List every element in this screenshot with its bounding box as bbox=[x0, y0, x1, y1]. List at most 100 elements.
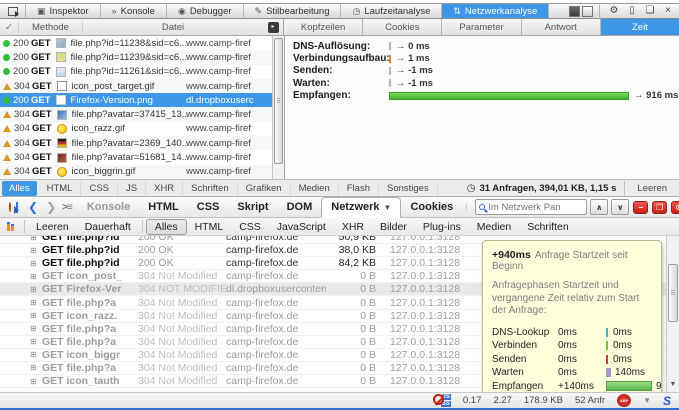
filter-alles[interactable]: Alles bbox=[2, 181, 37, 196]
firebug-tab-html[interactable]: HTML bbox=[139, 198, 188, 217]
filter-html[interactable]: HTML bbox=[39, 181, 82, 196]
expand-icon[interactable]: ⊞ bbox=[30, 236, 42, 242]
tab-debugger[interactable]: ◉Debugger bbox=[167, 4, 244, 18]
scrollbar-thumb[interactable] bbox=[274, 38, 283, 164]
close-firebug-icon[interactable]: ⊙ bbox=[671, 201, 679, 214]
net-filter-schriften[interactable]: Schriften bbox=[519, 220, 576, 234]
expand-icon[interactable]: ⊞ bbox=[30, 298, 42, 307]
expand-icon[interactable]: ⊞ bbox=[30, 259, 42, 268]
extra-tool-icon[interactable] bbox=[569, 6, 580, 17]
filter-schriften[interactable]: Schriften bbox=[183, 181, 238, 196]
detail-tab-parameter[interactable]: Parameter bbox=[442, 19, 521, 35]
filter-js[interactable]: JS bbox=[118, 181, 146, 196]
expand-icon[interactable]: ⊞ bbox=[30, 272, 42, 281]
dock-sidebar-icon[interactable]: ▯ bbox=[624, 4, 640, 18]
element-picker-button[interactable] bbox=[0, 4, 26, 18]
inspect-element-icon[interactable] bbox=[16, 202, 18, 213]
request-row[interactable]: 304GETicon_razz.gifwww.camp-firef bbox=[0, 122, 272, 136]
request-row-selected[interactable]: 200GETFirefox-Version.pngdl.dropboxuserc bbox=[0, 93, 272, 107]
request-list-scrollbar[interactable] bbox=[272, 36, 284, 179]
firebug-tab-dom[interactable]: DOM bbox=[278, 198, 322, 217]
request-file: file.php?id=11238&sid=c6... bbox=[71, 38, 186, 49]
expand-icon[interactable]: ⊞ bbox=[30, 324, 42, 333]
firebug-tab-netzwerk[interactable]: Netzwerk▼ bbox=[321, 197, 401, 218]
js-blocked-icon[interactable]: JSSS bbox=[433, 394, 451, 407]
clear-requests-button[interactable]: Leeren bbox=[624, 181, 679, 196]
minimize-firebug-icon[interactable]: − bbox=[633, 201, 648, 214]
popout-window-icon[interactable]: ❏ bbox=[642, 4, 658, 18]
expand-icon[interactable]: ⊞ bbox=[30, 377, 42, 386]
net-filter-bilder[interactable]: Bilder bbox=[372, 220, 415, 234]
tab-inspektor[interactable]: ▣Inspektor bbox=[26, 4, 101, 18]
tab-stilbearbeitung[interactable]: ✎Stilbearbeitung bbox=[244, 4, 342, 18]
scrollbar-down-icon[interactable]: ▼ bbox=[667, 379, 679, 391]
tab-netzwerkanalyse[interactable]: ⇅Netzwerkanalyse bbox=[442, 4, 549, 18]
request-row[interactable]: 304GETicon_post_target.gifwww.camp-firef bbox=[0, 79, 272, 93]
expand-icon[interactable]: ⊞ bbox=[30, 246, 42, 255]
method-column-header[interactable]: Methode bbox=[18, 22, 82, 33]
firebug-tab-cookies[interactable]: Cookies bbox=[401, 198, 462, 217]
file-column-header[interactable]: Datei bbox=[82, 22, 263, 33]
detail-tab-antwort[interactable]: Antwort bbox=[522, 19, 601, 35]
detach-firebug-icon[interactable]: ❒ bbox=[652, 201, 667, 214]
filter-css[interactable]: CSS bbox=[81, 181, 118, 196]
request-row[interactable]: 304GETfile.php?avatar=51681_14...www.cam… bbox=[0, 150, 272, 164]
timeline-bars-icon[interactable] bbox=[7, 222, 14, 231]
net-filter-javascript[interactable]: JavaScript bbox=[269, 220, 334, 234]
scratchpad-icon[interactable] bbox=[582, 6, 593, 17]
filter-xhr[interactable]: XHR bbox=[146, 181, 183, 196]
forward-icon[interactable]: ❯ bbox=[42, 200, 60, 214]
net-filter-alles[interactable]: Alles bbox=[146, 219, 187, 235]
net-filter-plugins[interactable]: Plug-ins bbox=[415, 220, 469, 234]
request-row[interactable]: 200GETfile.php?id=11239&sid=c6...www.cam… bbox=[0, 50, 272, 64]
search-input[interactable] bbox=[488, 202, 578, 213]
request-row[interactable]: 304GETfile.php?avatar=2369_140...www.cam… bbox=[0, 136, 272, 150]
filter-medien[interactable]: Medien bbox=[291, 181, 339, 196]
tab-laufzeitanalyse[interactable]: ◷Laufzeitanalyse bbox=[341, 4, 442, 18]
firebug-tab-skript[interactable]: Skript bbox=[228, 198, 277, 217]
detail-tab-cookies[interactable]: Cookies bbox=[363, 19, 442, 35]
settings-gear-icon[interactable]: ⚙ bbox=[606, 4, 622, 18]
expand-icon[interactable]: ⊞ bbox=[30, 285, 42, 294]
net-filter-css[interactable]: CSS bbox=[231, 220, 269, 234]
command-line-icon[interactable]: >≡ bbox=[60, 202, 78, 213]
request-row[interactable]: 304GETicon_biggrin.gifwww.camp-firef bbox=[0, 165, 272, 179]
filter-flash[interactable]: Flash bbox=[339, 181, 379, 196]
find-previous-button[interactable]: ∧ bbox=[590, 199, 608, 215]
firebug-icon[interactable] bbox=[9, 202, 11, 212]
expand-icon[interactable]: ⊞ bbox=[30, 337, 42, 346]
adblock-icon[interactable]: ABP bbox=[617, 394, 631, 407]
detail-tab-zeit[interactable]: Zeit bbox=[601, 19, 679, 35]
detail-tab-kopfzeilen[interactable]: Kopfzeilen bbox=[284, 19, 363, 35]
net-filter-medien[interactable]: Medien bbox=[469, 220, 519, 234]
expand-icon[interactable]: ⊞ bbox=[30, 363, 42, 372]
toggle-details-button[interactable]: ▸ bbox=[263, 22, 283, 33]
net-filter-html[interactable]: HTML bbox=[187, 220, 232, 234]
firebug-tab-css[interactable]: CSS bbox=[188, 198, 229, 217]
firebug-scrollbar[interactable]: ▼ bbox=[666, 236, 679, 392]
search-box[interactable] bbox=[475, 199, 587, 215]
chevron-down-icon[interactable]: ▼ bbox=[643, 396, 651, 405]
net-filter-xhr[interactable]: XHR bbox=[334, 220, 372, 234]
request-row[interactable]: 304GETfile.php?avatar=37415_13...www.cam… bbox=[0, 107, 272, 121]
request-row[interactable]: 200GETfile.php?id=11261&sid=c6...www.cam… bbox=[0, 65, 272, 79]
status-column-header[interactable]: ✓ bbox=[0, 22, 18, 33]
close-devtools-icon[interactable]: × bbox=[660, 4, 676, 18]
scrollbar-thumb[interactable] bbox=[668, 264, 678, 322]
stylish-icon[interactable]: S bbox=[663, 394, 671, 408]
request-row[interactable]: 200GETfile.php?id=11238&sid=c6...www.cam… bbox=[0, 36, 272, 50]
find-next-button[interactable]: ∨ bbox=[611, 199, 629, 215]
filter-grafiken[interactable]: Grafiken bbox=[238, 181, 291, 196]
persist-button[interactable]: Dauerhaft bbox=[77, 220, 139, 234]
clear-button[interactable]: Leeren bbox=[28, 220, 77, 234]
expand-icon[interactable]: ⊞ bbox=[30, 311, 42, 320]
style-editor-icon: ✎ bbox=[255, 6, 263, 17]
clock-icon: ◷ bbox=[467, 183, 476, 194]
debugger-icon: ◉ bbox=[178, 6, 186, 17]
tab-konsole[interactable]: »Konsole bbox=[101, 4, 167, 18]
filter-sonstiges[interactable]: Sonstiges bbox=[379, 181, 438, 196]
image-thumbnail bbox=[56, 52, 66, 62]
firebug-tab-konsole[interactable]: Konsole bbox=[78, 198, 139, 217]
back-icon[interactable]: ❮ bbox=[24, 200, 42, 214]
expand-icon[interactable]: ⊞ bbox=[30, 350, 42, 359]
